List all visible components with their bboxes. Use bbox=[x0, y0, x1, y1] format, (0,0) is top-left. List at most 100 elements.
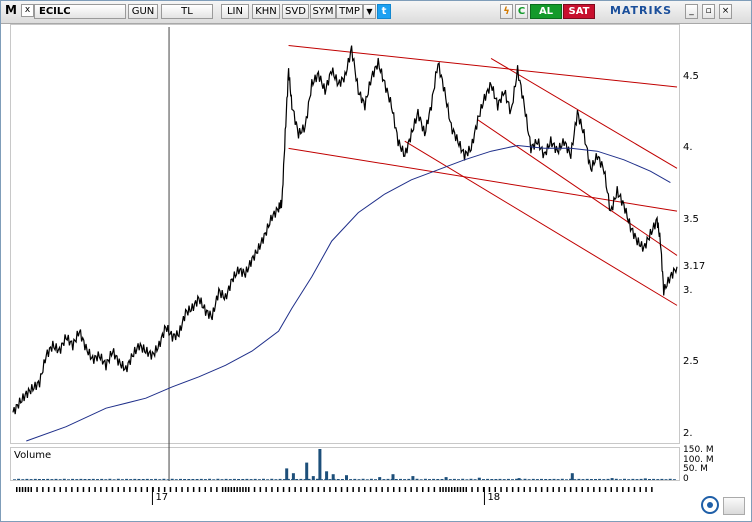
volume-bar-2 bbox=[305, 462, 309, 480]
time-tick bbox=[540, 487, 543, 492]
volume-bar bbox=[278, 478, 282, 480]
volume-bar bbox=[627, 479, 631, 480]
volume-bar bbox=[71, 478, 75, 480]
time-tick bbox=[529, 487, 531, 492]
time-tick bbox=[451, 487, 453, 492]
resize-grip-icon[interactable] bbox=[723, 497, 745, 515]
volume-bar bbox=[349, 479, 353, 480]
volume-bar bbox=[191, 479, 195, 480]
volume-bar bbox=[336, 479, 340, 480]
time-tick bbox=[517, 487, 520, 492]
time-tick bbox=[387, 487, 389, 492]
volume-bar bbox=[581, 479, 585, 480]
time-tick bbox=[323, 487, 325, 492]
price-line bbox=[12, 45, 678, 415]
time-tick bbox=[427, 487, 430, 492]
volume-bar bbox=[602, 479, 606, 480]
volume-bar bbox=[42, 479, 45, 480]
volume-bar bbox=[386, 478, 390, 480]
volume-bar bbox=[96, 479, 99, 480]
time-tick bbox=[59, 487, 61, 492]
volume-bar bbox=[399, 478, 402, 480]
time-tick bbox=[175, 487, 177, 492]
volume-bar bbox=[17, 478, 21, 480]
time-tick bbox=[375, 487, 378, 492]
volume-bar-7 bbox=[345, 475, 348, 480]
time-tick bbox=[146, 487, 148, 492]
volume-bar bbox=[228, 479, 232, 480]
time-tick bbox=[404, 487, 407, 492]
volume-bar bbox=[594, 479, 597, 480]
volume-bar bbox=[208, 478, 212, 480]
time-tick bbox=[239, 487, 241, 492]
sync-icon[interactable] bbox=[701, 496, 719, 514]
volume-tick-label-2: 50. M bbox=[683, 464, 708, 475]
time-tick bbox=[581, 487, 583, 492]
volume-bar bbox=[382, 479, 386, 480]
volume-bar bbox=[631, 478, 635, 480]
volume-bar bbox=[83, 479, 87, 480]
time-tick bbox=[204, 487, 206, 492]
time-tick bbox=[210, 487, 212, 492]
time-tick bbox=[253, 487, 256, 492]
time-tick bbox=[465, 487, 467, 492]
volume-bar-16 bbox=[643, 478, 647, 480]
time-tick bbox=[448, 487, 450, 492]
time-tick bbox=[88, 487, 90, 492]
time-tick bbox=[500, 487, 502, 492]
volume-bar bbox=[299, 478, 303, 480]
time-tick bbox=[265, 487, 267, 492]
volume-bar bbox=[129, 479, 133, 480]
time-tick bbox=[242, 487, 244, 492]
time-tick bbox=[71, 487, 73, 492]
time-tick bbox=[198, 487, 201, 492]
time-label-1: 18 bbox=[487, 492, 501, 503]
time-tick bbox=[82, 487, 85, 492]
volume-bar bbox=[245, 478, 249, 480]
time-tick bbox=[398, 487, 401, 492]
volume-bar-10 bbox=[411, 476, 415, 480]
volume-bar bbox=[585, 478, 589, 480]
time-tick bbox=[134, 487, 137, 492]
price-tick-label-0: 4.5 bbox=[683, 70, 699, 82]
time-tick bbox=[346, 487, 349, 492]
volume-bar bbox=[112, 479, 116, 480]
time-tick bbox=[335, 487, 337, 492]
volume-bar bbox=[486, 478, 490, 480]
time-tick bbox=[593, 487, 595, 492]
time-tick bbox=[221, 487, 224, 492]
volume-bar bbox=[212, 479, 216, 480]
time-tick bbox=[192, 487, 195, 492]
time-tick bbox=[645, 487, 647, 492]
time-tick bbox=[245, 487, 247, 492]
volume-bar bbox=[506, 478, 510, 480]
time-tick bbox=[111, 487, 114, 492]
time-tick bbox=[42, 487, 44, 492]
volume-bar bbox=[62, 478, 66, 480]
time-tick bbox=[230, 487, 233, 492]
time-tick bbox=[329, 487, 331, 492]
volume-bar bbox=[457, 479, 460, 480]
time-tick bbox=[311, 487, 314, 492]
volume-bar bbox=[241, 479, 245, 480]
volume-bar-6 bbox=[331, 474, 335, 480]
volume-bar bbox=[120, 479, 124, 480]
price-tick-label-3: 3.17 bbox=[683, 260, 706, 272]
volume-bar bbox=[598, 478, 602, 480]
volume-bar bbox=[652, 478, 656, 480]
volume-bar-1 bbox=[291, 473, 295, 480]
volume-bar bbox=[67, 479, 70, 480]
volume-bar bbox=[50, 479, 54, 480]
volume-bar-13 bbox=[517, 478, 521, 480]
volume-bar bbox=[365, 479, 369, 480]
volume-bar bbox=[618, 479, 622, 480]
time-tick bbox=[633, 487, 636, 492]
volume-bar bbox=[648, 479, 651, 480]
volume-bar bbox=[527, 479, 531, 480]
volume-bar bbox=[199, 478, 203, 480]
volume-bar bbox=[668, 478, 672, 480]
time-tick bbox=[433, 487, 436, 492]
time-tick bbox=[169, 487, 172, 492]
time-tick bbox=[352, 487, 354, 492]
volume-bar bbox=[461, 478, 465, 480]
